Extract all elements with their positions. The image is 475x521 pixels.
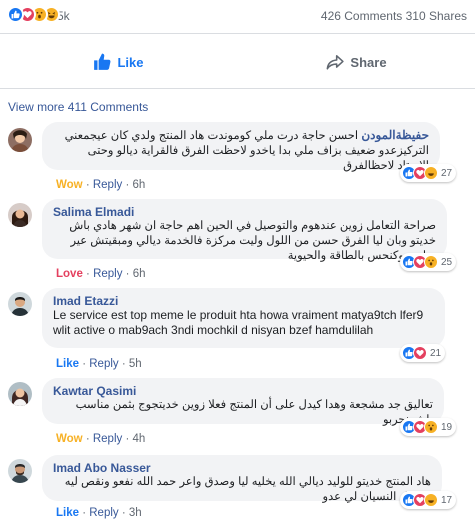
like-reaction-icon (7, 6, 24, 23)
avatar[interactable] (8, 128, 32, 152)
comment-time[interactable]: 3h (129, 507, 142, 519)
comment-body: صراحة التعامل زوين عندهوم والتوصيل في ال… (69, 220, 436, 262)
avatar[interactable] (8, 382, 32, 406)
reaction-label[interactable]: Wow (56, 179, 83, 191)
post-actions-bar: Like Share (0, 35, 475, 89)
post-stats-bar: 5k 426 Comments 310 Shares (0, 0, 475, 34)
reaction-count: 19 (441, 421, 453, 433)
avatar[interactable] (8, 292, 32, 316)
reaction-count: 27 (441, 167, 453, 179)
comment-author[interactable]: Imad Abo Nasser (53, 461, 431, 475)
comment-author[interactable]: Imad Etazzi (53, 294, 434, 308)
reaction-label[interactable]: Like (56, 358, 79, 370)
comment-body: تعاليق جد مشجعة وهدا كيدل على أن المنتج … (75, 399, 433, 426)
haha-mini-icon (424, 166, 438, 180)
reaction-count: 25 (441, 256, 453, 268)
comment-meta: Like · Reply · 5h (56, 358, 142, 370)
comments-shares-count[interactable]: 426 Comments 310 Shares (321, 9, 467, 23)
reaction-label[interactable]: Love (56, 268, 83, 280)
comment-meta: Like · Reply · 3h (56, 507, 142, 519)
view-more-comments-link[interactable]: View more 411 Comments (8, 100, 148, 114)
comment-time[interactable]: 6h (133, 179, 146, 191)
comment-text: حفيظةالمودن احسن حاجة درت ملي كوموندت ها… (53, 128, 429, 174)
reaction-count: 17 (441, 494, 453, 506)
comment-meta: Wow · Reply · 4h (56, 433, 146, 445)
reply-link[interactable]: Reply (93, 179, 122, 191)
haha-mini-icon (424, 493, 438, 507)
comment-meta: Wow · Reply · 6h (56, 179, 146, 191)
comment-author[interactable]: Salima Elmadi (53, 205, 436, 219)
comment-author[interactable]: حفيظةالمودن (361, 128, 429, 142)
reply-link[interactable]: Reply (89, 507, 118, 519)
comment-bubble: حفيظةالمودن احسن حاجة درت ملي كوموندت ها… (42, 122, 440, 172)
comment-bubble: Kawtar Qasimi تعاليق جد مشجعة وهدا كيدل … (42, 378, 444, 426)
comment-time[interactable]: 4h (133, 433, 146, 445)
share-label: Share (350, 54, 387, 70)
reply-link[interactable]: Reply (93, 268, 122, 280)
like-label: Like (117, 54, 144, 70)
comment-time[interactable]: 6h (133, 268, 146, 280)
comment-time[interactable]: 5h (129, 358, 142, 370)
comment-bubble: Imad Etazzi Le service est top meme le p… (42, 288, 445, 348)
comment-meta: Love · Reply · 6h (56, 268, 146, 280)
love-mini-icon (413, 346, 427, 360)
comment-reactions[interactable]: 27 (400, 164, 457, 182)
comment-reactions[interactable]: 17 (400, 491, 457, 509)
avatar[interactable] (8, 459, 32, 483)
share-arrow-icon (326, 55, 345, 70)
reaction-count: 21 (430, 347, 442, 359)
comment-reactions[interactable]: 21 (400, 344, 446, 362)
comment-body: هاد المنتج خديتو للوليد ديالي الله يخليه… (64, 476, 431, 503)
reply-link[interactable]: Reply (89, 358, 118, 370)
comment-reactions[interactable]: 25 (400, 253, 457, 271)
share-button[interactable]: Share (238, 35, 475, 89)
like-button[interactable]: Like (0, 35, 237, 89)
avatar[interactable] (8, 203, 32, 227)
reply-link[interactable]: Reply (93, 433, 122, 445)
wow-mini-icon (424, 420, 438, 434)
reaction-label[interactable]: Like (56, 507, 79, 519)
comment-body: Le service est top meme le produit hta h… (53, 308, 424, 337)
reaction-label[interactable]: Wow (56, 433, 83, 445)
comment-bubble: Imad Abo Nasser هاد المنتج خديتو للوليد … (42, 455, 442, 503)
comment-bubble: Salima Elmadi صراحة التعامل زوين عندهوم … (42, 199, 447, 262)
comment-author[interactable]: Kawtar Qasimi (53, 384, 433, 398)
thumbs-up-icon (94, 53, 111, 70)
wow-mini-icon (424, 255, 438, 269)
comment-reactions[interactable]: 19 (400, 418, 457, 436)
